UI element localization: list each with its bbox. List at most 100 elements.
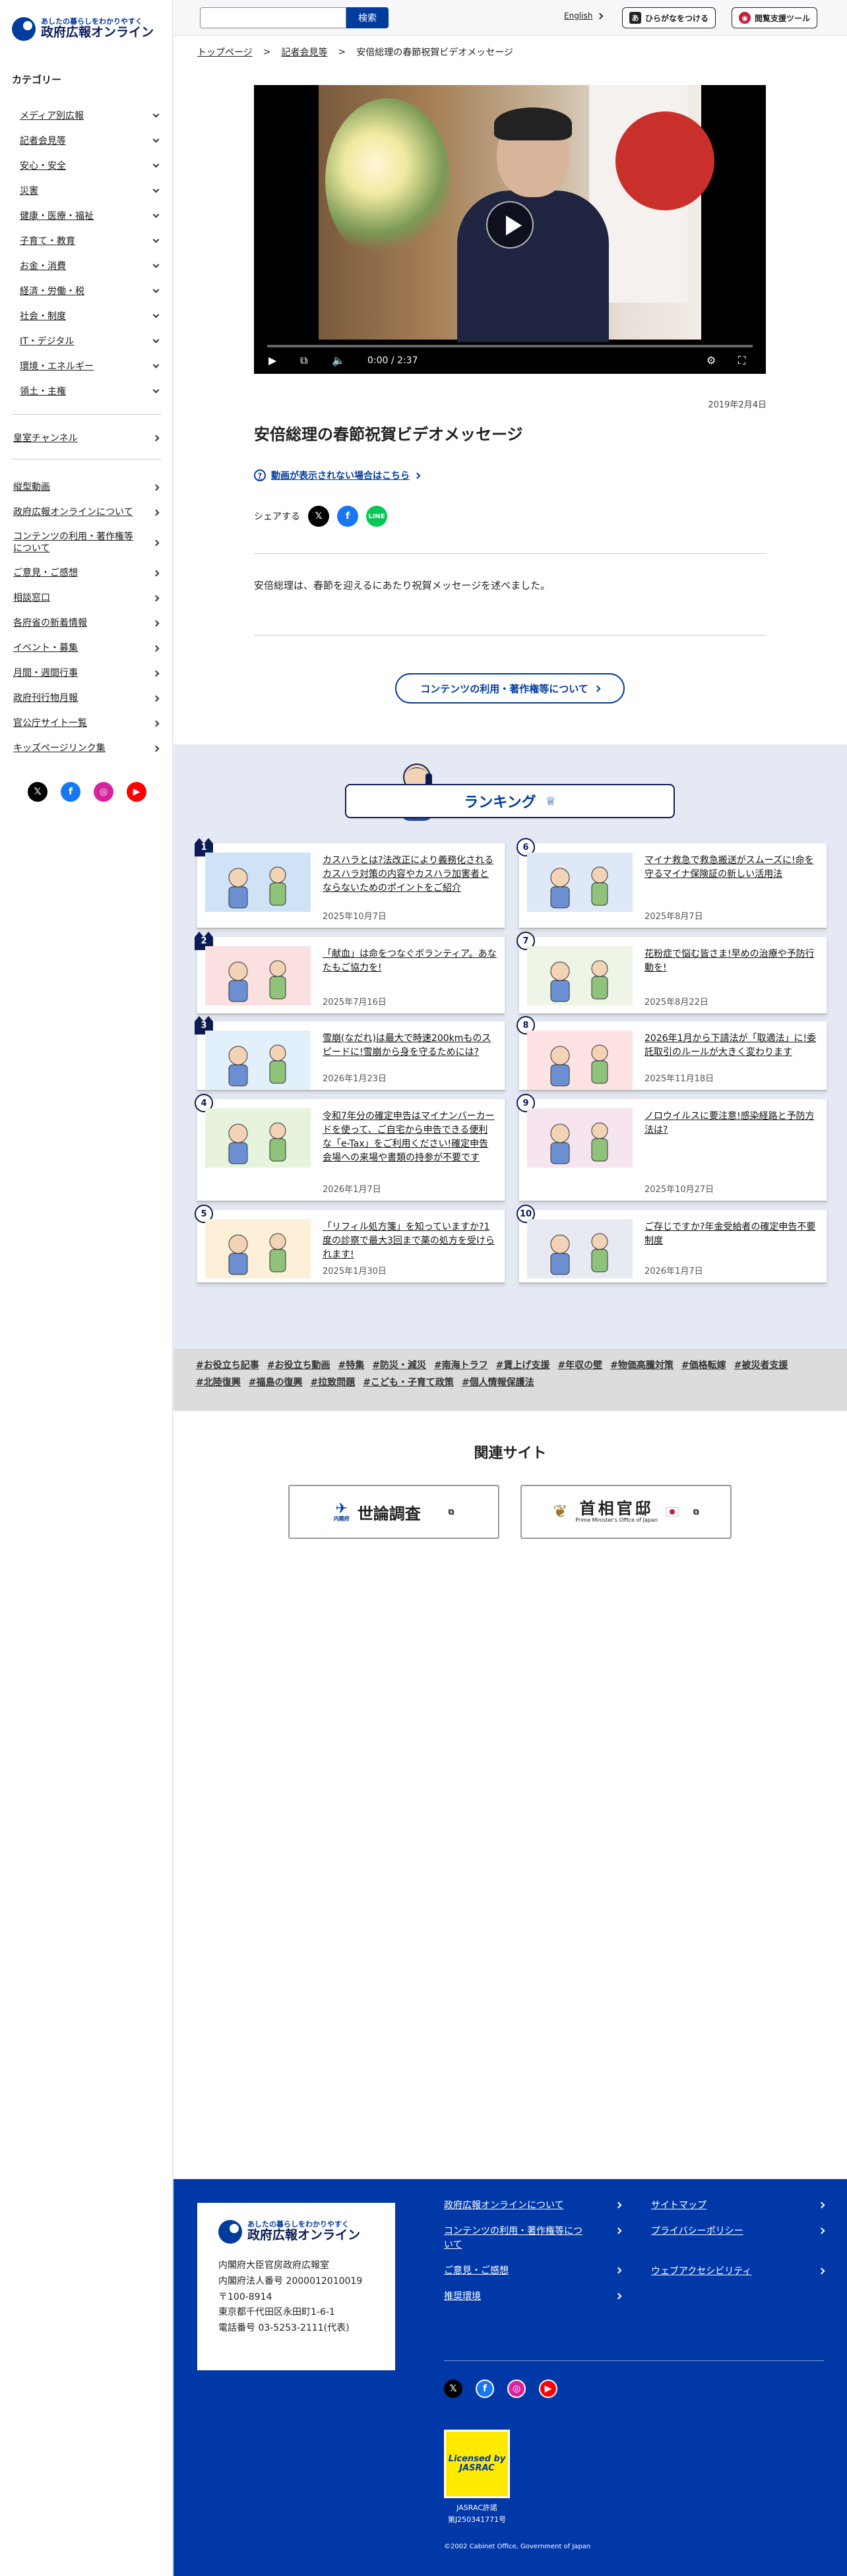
subtitles-icon[interactable]: ⧉ <box>300 354 307 367</box>
site-logo[interactable]: あしたの暮らしをわかりやすく 政府広報オンライン <box>12 11 162 47</box>
tag-link[interactable]: #南海トラフ <box>434 1358 488 1371</box>
search-button[interactable]: 検索 <box>346 7 389 28</box>
sidebar-link-item[interactable]: ご意見・ご感想 <box>12 560 161 585</box>
share-x-icon[interactable]: 𝕏 <box>308 506 329 527</box>
related-sites-section: 関連サイト ✈ 内閣府 世論調査 ⧉ ❦ 首相官邸 Prime Minister'… <box>173 1411 847 2179</box>
sidebar-link-item[interactable]: 縦型動画 <box>12 475 161 500</box>
share-facebook-icon[interactable]: f <box>337 506 358 527</box>
sidebar-category-item[interactable]: 健康・医療・福祉 <box>12 203 161 228</box>
sidebar-category-item[interactable]: 安心・安全 <box>12 153 161 178</box>
volume-icon[interactable]: 🔈 <box>332 354 345 367</box>
sidebar-category-item[interactable]: お金・消費 <box>12 253 161 278</box>
video-progress-bar[interactable] <box>267 345 753 347</box>
footer-link[interactable]: 推奨環境 <box>444 2290 622 2304</box>
sidebar-link-item[interactable]: イベント・募集 <box>12 636 161 661</box>
x-icon[interactable]: 𝕏 <box>28 782 47 802</box>
play-icon[interactable]: ▶ <box>268 354 276 367</box>
play-overlay-icon[interactable] <box>486 201 534 249</box>
ranking-item[interactable]: 6 マイナ救急で救急搬送がスムーズに!命を守るマイナ保険証の新しい活用法 2025年… <box>517 838 827 929</box>
footer-logo[interactable]: あしたの暮らしをわかりやすく 政府広報オンライン <box>218 2220 374 2244</box>
ranking-illustration <box>205 1219 311 1278</box>
facebook-icon[interactable]: f <box>476 2380 494 2398</box>
tag-link[interactable]: #年収の壁 <box>557 1358 602 1371</box>
search-input[interactable] <box>200 7 346 28</box>
tag-link[interactable]: #北陸復興 <box>196 1375 241 1389</box>
instagram-icon[interactable]: ◎ <box>94 782 113 802</box>
ranking-item-title: 「献血」は命をつなぐボランティア。あなたもご協力を! <box>323 949 497 973</box>
chevron-right-icon <box>615 2267 622 2274</box>
tag-link[interactable]: #拉致問題 <box>310 1375 355 1389</box>
ranking-item[interactable]: 1 カスハラとは?法改正により義務化されるカスハラ対策の内容やカスハラ加害者となら… <box>195 838 505 929</box>
settings-icon[interactable]: ⚙ <box>706 354 716 367</box>
ranking-item[interactable]: 7 花粉症で悩む皆さま!早めの治療や予防行動を! 2025年8月22日 <box>517 932 827 1015</box>
tag-link[interactable]: #価格転嫁 <box>681 1358 726 1371</box>
footer-link[interactable]: 政府広報オンラインについて <box>444 2199 622 2213</box>
tag-link[interactable]: #防災・減災 <box>372 1358 426 1371</box>
chevron-down-icon <box>152 211 160 218</box>
share-line-icon[interactable]: LINE <box>366 506 387 527</box>
sidebar-category-item[interactable]: 環境・エネルギー <box>12 353 161 378</box>
ranking-item[interactable]: 10 ご存じですか?年金受給者の確定申告不要制度 2026年1月7日 <box>517 1205 827 1284</box>
video-help-link[interactable]: ? 動画が表示されない場合はこちら <box>254 469 421 482</box>
footer-link[interactable]: コンテンツの利用・著作権等について <box>444 2225 622 2252</box>
x-icon[interactable]: 𝕏 <box>444 2380 462 2398</box>
youtube-icon[interactable]: ▶ <box>127 782 146 802</box>
sidebar-link-item[interactable]: 官公庁サイト一覧 <box>12 711 161 736</box>
tag-link[interactable]: #福島の復興 <box>249 1375 303 1389</box>
sidebar-link-item[interactable]: 各府省の新着情報 <box>12 611 161 636</box>
sidebar-category-item[interactable]: 社会・制度 <box>12 303 161 328</box>
sidebar-link-item[interactable]: コンテンツの利用・著作権等について <box>12 525 161 560</box>
instagram-icon[interactable]: ◎ <box>507 2380 526 2398</box>
tag-link[interactable]: #被災者支援 <box>734 1358 788 1371</box>
facebook-icon[interactable]: f <box>61 782 80 802</box>
sidebar-social: 𝕏 f ◎ ▶ <box>28 782 146 802</box>
ranking-item[interactable]: 4 令和7年分の確定申告はマイナンバーカードを使って、ご自宅から申告できる便利な「… <box>195 1094 505 1202</box>
sidebar-link-item[interactable]: 政府刊行物月報 <box>12 686 161 711</box>
ranking-illustration <box>527 853 633 912</box>
related-site-survey[interactable]: ✈ 内閣府 世論調査 ⧉ <box>288 1485 499 1539</box>
reader-tool-button[interactable]: ◉ 閲覧支援ツール <box>732 7 818 28</box>
sidebar-category-item[interactable]: 子育て・教育 <box>12 228 161 253</box>
fullscreen-icon[interactable]: ⛶ <box>738 354 745 367</box>
breadcrumb-home[interactable]: トップページ <box>197 45 253 59</box>
sidebar-link-item[interactable]: 月間・週間行事 <box>12 661 161 686</box>
sidebar-link-item[interactable]: 政府広報オンラインについて <box>12 500 161 525</box>
video-player[interactable]: ▶ ⧉ 🔈 0:00 / 2:37 ⚙ ⛶ <box>254 85 766 374</box>
related-site-kantei[interactable]: ❦ 首相官邸 Prime Minister's Office of Japan … <box>520 1485 732 1539</box>
sidebar-link-item[interactable]: 相談窓口 <box>12 585 161 611</box>
ranking-illustration <box>527 1219 633 1278</box>
chevron-right-icon <box>152 620 160 626</box>
breadcrumb-press[interactable]: 記者会見等 <box>281 45 327 59</box>
sidebar-category-item[interactable]: メディア別広報 <box>12 103 161 128</box>
footer-link[interactable]: ご意見・ご感想 <box>444 2264 622 2278</box>
footer-link[interactable]: ウェブアクセシビリティ <box>651 2265 825 2279</box>
sidebar-link-item[interactable]: キッズページリンク集 <box>12 736 161 761</box>
footer-link[interactable]: サイトマップ <box>651 2199 825 2213</box>
english-link[interactable]: English <box>564 11 604 20</box>
rights-button[interactable]: コンテンツの利用・著作権等について <box>395 673 625 704</box>
sidebar-category-item[interactable]: 領土・主権 <box>12 378 161 404</box>
ranking-item[interactable]: 5 「リフィル処方箋」を知っていますか?1度の診察で最大3回まで薬の処方を受けられ… <box>195 1205 505 1284</box>
chevron-right-icon <box>818 2202 825 2209</box>
ranking-item-date: 2025年7月16日 <box>323 998 387 1007</box>
sidebar-category-item[interactable]: 経済・労働・税 <box>12 278 161 303</box>
tag-link[interactable]: #賃上げ支援 <box>496 1358 550 1371</box>
sidebar-category-item[interactable]: 災害 <box>12 178 161 203</box>
tag-link[interactable]: #物価高騰対策 <box>610 1358 674 1371</box>
ranking-item[interactable]: 3 雪崩(なだれ)は最大で時速200kmものスピードに!雪崩から身を守るためには?… <box>195 1016 505 1091</box>
furigana-button[interactable]: あひらがなをつける <box>622 7 716 28</box>
tag-link[interactable]: #こども・子育て政策 <box>363 1375 454 1389</box>
sidebar-category-item[interactable]: 記者会見等 <box>12 128 161 153</box>
tag-link[interactable]: #お役立ち記事 <box>196 1358 259 1371</box>
ranking-item[interactable]: 2 「献血」は命をつなぐボランティア。あなたもご協力を! 2025年7月16日 <box>195 932 505 1015</box>
tag-link[interactable]: #お役立ち動画 <box>267 1358 330 1371</box>
sidebar-category-item[interactable]: IT・デジタル <box>12 328 161 353</box>
ranking-item[interactable]: 9 ノロウイルスに要注意!感染経路と予防方法は? 2025年10月27日 <box>517 1094 827 1202</box>
tag-link[interactable]: #個人情報保護法 <box>462 1375 534 1389</box>
footer-link[interactable]: プライバシーポリシー <box>651 2225 825 2238</box>
youtube-icon[interactable]: ▶ <box>539 2380 557 2398</box>
ranking-item[interactable]: 8 2026年1月から下請法が「取適法」に!委託取引のルールが大きく変わります 20… <box>517 1016 827 1091</box>
tag-link[interactable]: #特集 <box>338 1358 364 1371</box>
ranking-item-date: 2025年10月7日 <box>323 912 387 922</box>
sidebar-item-channel[interactable]: 皇室チャンネル <box>12 427 161 448</box>
